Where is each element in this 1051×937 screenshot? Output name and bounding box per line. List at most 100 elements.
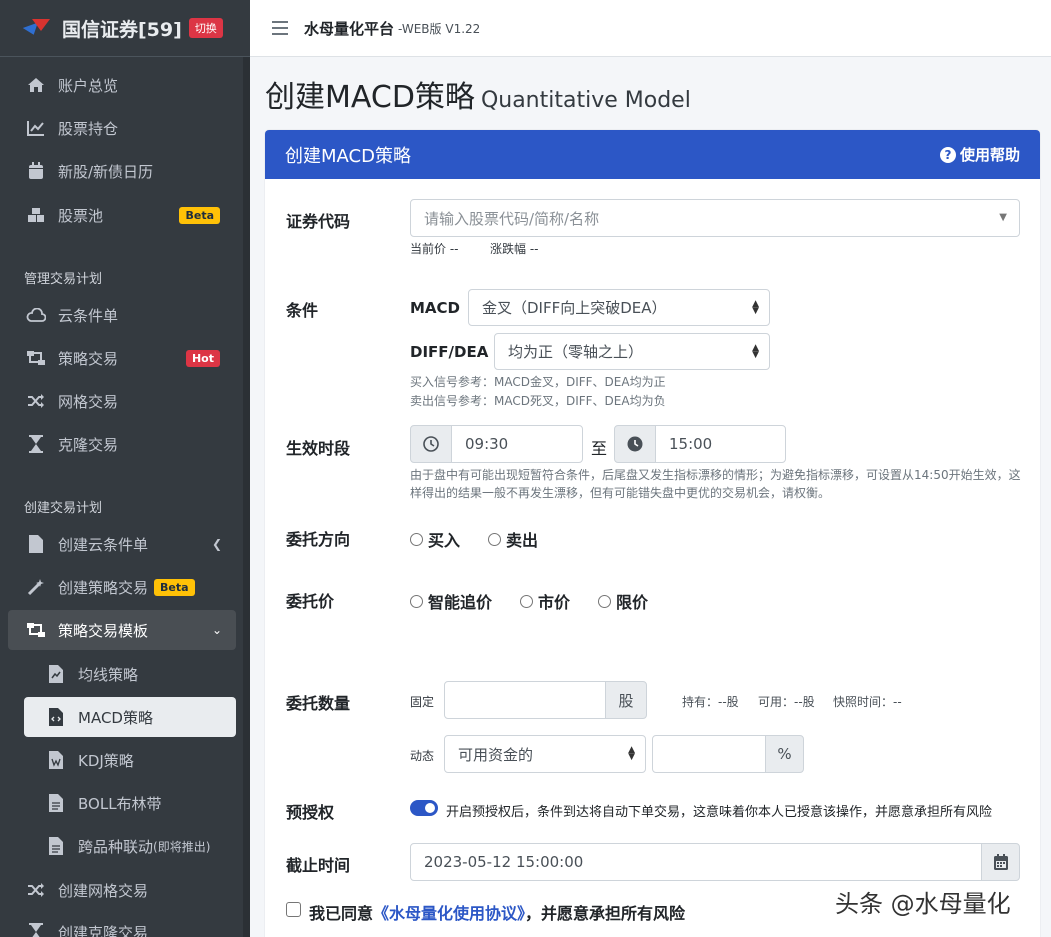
sidebar-item-label: 克隆交易 (58, 435, 119, 454)
calendar-button[interactable] (981, 843, 1020, 881)
sidebar-item-label: 创建策略交易 (58, 578, 149, 597)
sidebar-item-label: KDJ策略 (78, 751, 134, 770)
direction-buy-radio[interactable]: 买入 (410, 527, 460, 551)
dynamic-basis-select[interactable]: 可用资金的 ▲ ▼ (444, 735, 646, 773)
sidebar-item-clone-trading[interactable]: 克隆交易 (8, 424, 236, 464)
end-time-value: 15:00 (669, 435, 713, 453)
sidebar-item-create-cloud-order[interactable]: 创建云条件单 ❮ (8, 524, 236, 564)
switch-account-button[interactable]: 切换 (188, 18, 223, 38)
agree-checkbox[interactable] (286, 902, 301, 917)
chart-line-icon (26, 118, 46, 138)
direction-label: 委托方向 (286, 530, 351, 549)
chevron-left-icon: ❮ (211, 537, 222, 551)
select-arrows-icon: ▲ ▼ (752, 298, 759, 316)
section-header-manage: 管理交易计划 (24, 272, 103, 287)
dynamic-basis-value: 可用资金的 (458, 745, 534, 764)
agreement-link[interactable]: 《水母量化使用协议》 (373, 904, 525, 923)
macd-condition-select[interactable]: 金叉（DIFF向上突破DEA） ▲ ▼ (468, 289, 770, 326)
select-arrows-icon: ▲ ▼ (752, 342, 759, 360)
sidebar-item-stock-pool[interactable]: 股票池 Beta (8, 195, 236, 235)
sidebar-subitem-kdj-strategy[interactable]: KDJ策略 (24, 740, 236, 780)
menu-toggle-icon[interactable] (272, 21, 288, 35)
file-icon (26, 534, 46, 554)
direction-sell-radio[interactable]: 卖出 (488, 527, 538, 551)
condition-label: 条件 (286, 301, 319, 320)
file-text-icon (46, 836, 66, 856)
app-version: -WEB版 V1.22 (398, 21, 481, 36)
sidebar-subitem-cross-linkage[interactable]: 跨品种联动 (即将推出) (24, 826, 236, 866)
order-price-label: 委托价 (286, 592, 335, 611)
sidebar-item-label: 股票池 (58, 206, 104, 225)
sidebar: 国信证券[59] 切换 账户总览 股票持仓 新股/新债日历 股票池 Beta 管… (0, 0, 250, 937)
sitemap-icon (26, 348, 46, 368)
security-search-select[interactable]: 请输入股票代码/简称/名称 ▼ (410, 199, 1020, 237)
sidebar-scrollbar[interactable] (243, 57, 250, 937)
sidebar-subitem-boll[interactable]: BOLL布林带 (24, 783, 236, 823)
preauth-label: 预授权 (286, 803, 335, 822)
current-price: 当前价 -- (410, 242, 459, 256)
calendar-icon (993, 854, 1008, 870)
sidebar-subitem-macd-strategy[interactable]: MACD策略 (24, 697, 236, 737)
start-time-input[interactable]: 09:30 (451, 425, 583, 463)
radio-label: 市价 (538, 593, 571, 612)
watermark-text: 头条 @水母量化 (835, 890, 1011, 918)
hourglass-icon (26, 922, 46, 937)
radio-label: 买入 (428, 531, 461, 550)
coming-soon-label: (即将推出) (153, 839, 211, 854)
preauth-text: 开启预授权后，条件到达将自动下单交易，这意味着你本人已授意该操作，并愿意承担所有… (446, 805, 993, 820)
sidebar-item-ipo-calendar[interactable]: 新股/新债日历 (8, 151, 236, 191)
dynamic-percent-input[interactable] (652, 735, 766, 773)
hourglass-icon (26, 434, 46, 454)
sidebar-item-cloud-orders[interactable]: 云条件单 (8, 295, 236, 335)
radio-label: 限价 (616, 593, 649, 612)
hot-badge: Hot (185, 349, 220, 367)
holdings-text: 持有：--股 (682, 695, 739, 709)
sidebar-item-label: 账户总览 (58, 76, 119, 95)
fixed-quantity-input[interactable] (444, 681, 606, 719)
sidebar-item-create-strategy[interactable]: 创建策略交易 Beta (8, 567, 236, 607)
to-label: 至 (591, 439, 608, 458)
sitemap-icon (26, 620, 46, 640)
help-link[interactable]: ? 使用帮助 (939, 144, 1020, 165)
price-limit-radio[interactable]: 限价 (598, 589, 648, 613)
deadline-input[interactable]: 2023-05-12 15:00:00 (410, 843, 982, 881)
page-subtitle: Quantitative Model (480, 88, 691, 113)
sidebar-item-create-clone[interactable]: 创建克隆交易 (8, 912, 236, 937)
beta-badge: Beta (154, 578, 195, 596)
file-word-icon (46, 750, 66, 770)
radio-circle (520, 594, 533, 608)
brand-logo-icon (22, 17, 52, 39)
sidebar-item-label: 创建网格交易 (58, 881, 149, 900)
diffdea-label: DIFF/DEA (410, 343, 489, 361)
sidebar-item-label: 网格交易 (58, 392, 119, 411)
snapshot-time-text: 快照时间：-- (833, 695, 902, 709)
cloud-icon (26, 305, 46, 325)
sidebar-item-grid-trading[interactable]: 网格交易 (8, 381, 236, 421)
sidebar-item-label: MACD策略 (78, 708, 153, 727)
preauth-toggle[interactable] (410, 800, 438, 816)
brand-title: 国信证券[59] (62, 18, 182, 41)
agree-text: 我已同意《水母量化使用协议》，并愿意承担所有风险 (309, 900, 685, 924)
section-header-create: 创建交易计划 (24, 501, 103, 516)
random-icon (26, 391, 46, 411)
agree-prefix: 我已同意 (309, 904, 374, 923)
macd-label: MACD (410, 299, 460, 317)
sidebar-item-account-overview[interactable]: 账户总览 (8, 65, 236, 105)
price-smart-radio[interactable]: 智能追价 (410, 589, 492, 613)
price-market-radio[interactable]: 市价 (520, 589, 570, 613)
clock-icon (410, 425, 452, 463)
sidebar-subitem-ma-strategy[interactable]: 均线策略 (24, 654, 236, 694)
sidebar-item-holdings[interactable]: 股票持仓 (8, 108, 236, 148)
sidebar-item-create-grid[interactable]: 创建网格交易 (8, 870, 236, 910)
top-navbar: 水母量化平台 -WEB版 V1.22 (250, 0, 1051, 57)
sidebar-item-label: 跨品种联动 (78, 837, 154, 856)
end-time-input[interactable]: 15:00 (655, 425, 786, 463)
radio-circle (488, 532, 501, 546)
page-title: 创建MACD策略 Quantitative Model (265, 72, 691, 116)
sidebar-item-strategy-trading[interactable]: 策略交易 Hot (8, 338, 236, 378)
dropdown-caret-icon: ▼ (999, 212, 1007, 223)
agree-suffix: ，并愿意承担所有风险 (525, 904, 686, 923)
diffdea-condition-select[interactable]: 均为正（零轴之上） ▲ ▼ (494, 333, 770, 370)
sidebar-item-strategy-templates[interactable]: 策略交易模板 ⌄ (8, 610, 236, 650)
quantity-label: 委托数量 (286, 694, 351, 713)
